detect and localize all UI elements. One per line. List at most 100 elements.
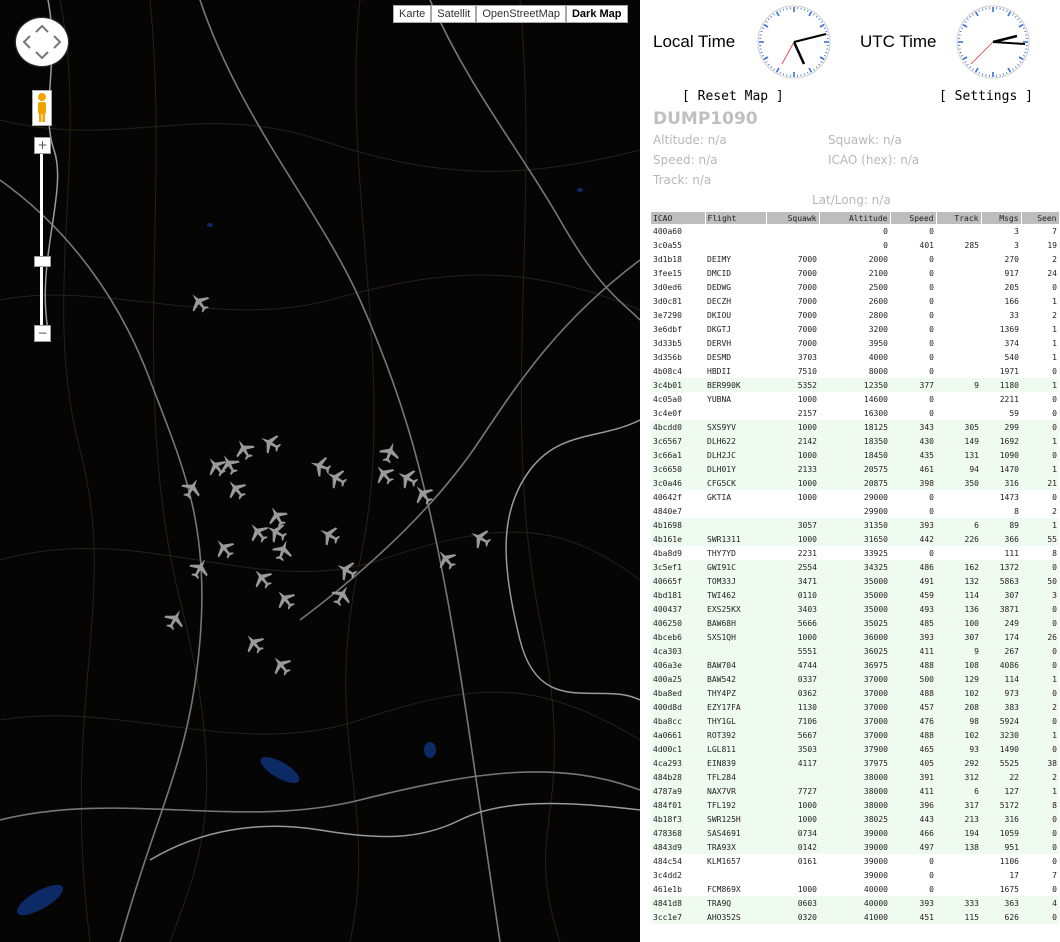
zoom-slider-thumb[interactable] <box>34 256 51 267</box>
map-type-karte[interactable]: Karte <box>393 5 432 23</box>
settings-button[interactable]: [ Settings ] <box>939 89 1033 104</box>
table-row[interactable]: 4c05a0 YUBNA 1000 14600 0 2211 0 <box>651 392 1059 406</box>
col-header-squawk[interactable]: Squawk <box>766 212 820 224</box>
map-canvas[interactable]: Karte Satellit OpenStreetMap Dark Map + … <box>0 0 640 942</box>
zoom-slider-track[interactable] <box>40 152 43 326</box>
table-row[interactable]: 406250 BAW68H 5666 35025 485 100 249 0 <box>651 616 1059 630</box>
plane-icon[interactable] <box>185 288 213 317</box>
table-row[interactable]: 4bcdd0 SXS9YV 1000 18125 343 305 299 0 <box>651 420 1059 434</box>
table-row[interactable]: 3c4b01 BER990K 5352 12350 377 9 1180 1 <box>651 378 1059 392</box>
table-row[interactable]: 3d33b5 DERVH 7000 3950 0 374 1 <box>651 336 1059 350</box>
table-row[interactable]: 3c0a55 0 401 285 3 19 <box>651 238 1059 252</box>
cell-track <box>936 546 981 560</box>
table-row[interactable]: 3c4e0f 2157 16300 0 59 0 <box>651 406 1059 420</box>
table-row[interactable]: 3cc1e7 AHO352S 0320 41000 451 115 626 0 <box>651 910 1059 924</box>
col-header-msgs[interactable]: Msgs <box>981 212 1022 224</box>
table-row[interactable]: 406a3e BAW704 4744 36975 488 108 4086 0 <box>651 658 1059 672</box>
plane-icon[interactable] <box>328 581 356 609</box>
plane-icon[interactable] <box>256 429 284 457</box>
table-row[interactable]: 3c6567 DLH622 2142 18350 430 149 1692 1 <box>651 434 1059 448</box>
pan-control[interactable] <box>16 18 68 66</box>
table-row[interactable]: 3d0c81 DECZH 7000 2600 0 166 1 <box>651 294 1059 308</box>
cell-speed: 485 <box>890 616 936 630</box>
table-row[interactable]: 4840e7 29900 0 8 2 <box>651 504 1059 518</box>
street-view-pegman[interactable] <box>32 90 52 126</box>
col-header-speed[interactable]: Speed <box>890 212 937 224</box>
table-row[interactable]: 40665f TOM33J 3471 35000 491 132 5863 50 <box>651 574 1059 588</box>
plane-icon[interactable] <box>267 651 295 680</box>
table-row[interactable]: 484c54 KLM1657 0161 39000 0 1106 0 <box>651 854 1059 868</box>
plane-icon[interactable] <box>370 460 398 489</box>
table-row[interactable]: 4787a9 NAX7VR 7727 38000 411 6 127 1 <box>651 784 1059 798</box>
map-type-dark-map[interactable]: Dark Map <box>565 5 628 23</box>
table-row[interactable]: 3c5ef1 GWI91C 2554 34325 486 162 1372 0 <box>651 560 1059 574</box>
cell-squawk: 1000 <box>766 476 819 490</box>
map-type-openstreetmap[interactable]: OpenStreetMap <box>476 5 566 23</box>
table-row[interactable]: 40642f GKTIA 1000 29000 0 1473 0 <box>651 490 1059 504</box>
table-row[interactable]: 4ba8cc THY1GL 7106 37000 476 98 5924 0 <box>651 714 1059 728</box>
table-row[interactable]: 3c0a46 CFG5CK 1000 20875 398 350 316 21 <box>651 476 1059 490</box>
plane-icon[interactable] <box>178 474 206 502</box>
table-row[interactable]: 484f01 TFL192 1000 38000 396 317 5172 8 <box>651 798 1059 812</box>
table-row[interactable]: 400a25 BAW542 0337 37000 500 129 114 1 <box>651 672 1059 686</box>
cell-msgs: 316 <box>981 476 1021 490</box>
col-header-flight[interactable]: Flight <box>705 212 767 224</box>
table-row[interactable]: 4ca293 EIN839 4117 37975 405 292 5525 38 <box>651 756 1059 770</box>
table-row[interactable]: 4ba8d9 THY7YD 2231 33925 0 111 8 <box>651 546 1059 560</box>
col-header-altitude[interactable]: Altitude <box>819 212 891 224</box>
table-row[interactable]: 400437 EXS25KX 3403 35000 493 136 3871 0 <box>651 602 1059 616</box>
cell-seen: 1 <box>1021 378 1059 392</box>
col-header-icao[interactable]: ICAO <box>651 212 706 224</box>
table-row[interactable]: 3fee15 DMCID 7000 2100 0 917 24 <box>651 266 1059 280</box>
plane-icon[interactable] <box>222 475 250 504</box>
plane-icon[interactable] <box>315 521 343 549</box>
table-row[interactable]: 3c6650 DLH01Y 2133 20575 461 94 1470 1 <box>651 462 1059 476</box>
col-header-seen[interactable]: Seen <box>1021 212 1060 224</box>
table-row[interactable]: 3e6dbf DKGTJ 7000 3200 0 1369 1 <box>651 322 1059 336</box>
table-row[interactable]: 3c66a1 DLH2JC 1000 18450 435 131 1090 0 <box>651 448 1059 462</box>
table-row[interactable]: 4b1698 3057 31350 393 6 89 1 <box>651 518 1059 532</box>
plane-icon[interactable] <box>186 554 214 582</box>
zoom-in-button[interactable]: + <box>34 137 51 154</box>
plane-icon[interactable] <box>377 439 403 465</box>
table-row[interactable]: 3d0ed6 DEDWG 7000 2500 0 205 0 <box>651 280 1059 294</box>
plane-icon[interactable] <box>248 564 276 593</box>
plane-icon[interactable] <box>263 502 291 530</box>
plane-icon[interactable] <box>271 585 299 614</box>
plane-icon[interactable] <box>393 464 421 492</box>
table-row[interactable]: 3c4dd2 39000 0 17 7 <box>651 868 1059 882</box>
plane-icon[interactable] <box>230 435 258 463</box>
table-row[interactable]: 400a60 0 0 3 7 <box>651 224 1059 238</box>
zoom-out-button[interactable]: − <box>34 325 51 342</box>
table-row[interactable]: 4843d9 TRA93X 0142 39000 497 138 951 0 <box>651 840 1059 854</box>
reset-map-button[interactable]: [ Reset Map ] <box>682 89 784 104</box>
table-row[interactable]: 4a0661 ROT392 5667 37000 488 102 3230 1 <box>651 728 1059 742</box>
table-row[interactable]: 4bceb6 SXS1QH 1000 36000 393 307 174 26 <box>651 630 1059 644</box>
plane-icon[interactable] <box>244 518 272 547</box>
plane-icon[interactable] <box>161 605 189 633</box>
table-row[interactable]: 3e7290 DKIOU 7000 2800 0 33 2 <box>651 308 1059 322</box>
table-row[interactable]: 4bd181 TWI462 0110 35000 459 114 307 3 <box>651 588 1059 602</box>
plane-icon[interactable] <box>307 453 333 479</box>
plane-icon[interactable] <box>432 545 460 574</box>
plane-icon[interactable] <box>332 556 360 584</box>
table-row[interactable]: 3d1b18 DEIMY 7000 2000 0 270 2 <box>651 252 1059 266</box>
table-row[interactable]: 4b18f3 SWR125H 1000 38025 443 213 316 0 <box>651 812 1059 826</box>
table-row[interactable]: 4ca303 5551 36025 411 9 267 0 <box>651 644 1059 658</box>
table-row[interactable]: 478368 SAS4691 0734 39000 466 194 1059 0 <box>651 826 1059 840</box>
cell-speed: 0 <box>929 394 934 404</box>
plane-icon[interactable] <box>210 534 238 563</box>
table-row[interactable]: 4b08c4 HBDII 7510 8000 0 1971 0 <box>651 364 1059 378</box>
plane-icon[interactable] <box>466 524 494 552</box>
table-row[interactable]: 484b28 TFL284 38000 391 312 22 2 <box>651 770 1059 784</box>
table-row[interactable]: 400d8d EZY17FA 1130 37000 457 208 383 2 <box>651 700 1059 714</box>
table-row[interactable]: 3d356b DESMD 3703 4000 0 540 1 <box>651 350 1059 364</box>
table-row[interactable]: 4d00c1 LGL811 3503 37900 465 93 1490 0 <box>651 742 1059 756</box>
table-row[interactable]: 4ba8ed THY4PZ 0362 37000 488 102 973 0 <box>651 686 1059 700</box>
col-header-track[interactable]: Track <box>936 212 982 224</box>
table-row[interactable]: 461e1b FCM869X 1000 40000 0 1675 0 <box>651 882 1059 896</box>
map-type-satellit[interactable]: Satellit <box>431 5 477 23</box>
table-row[interactable]: 4b161e SWR1311 1000 31650 442 226 366 55 <box>651 532 1059 546</box>
table-row[interactable]: 4841d8 TRA9Q 0603 40000 393 333 363 4 <box>651 896 1059 910</box>
plane-icon[interactable] <box>240 629 268 658</box>
